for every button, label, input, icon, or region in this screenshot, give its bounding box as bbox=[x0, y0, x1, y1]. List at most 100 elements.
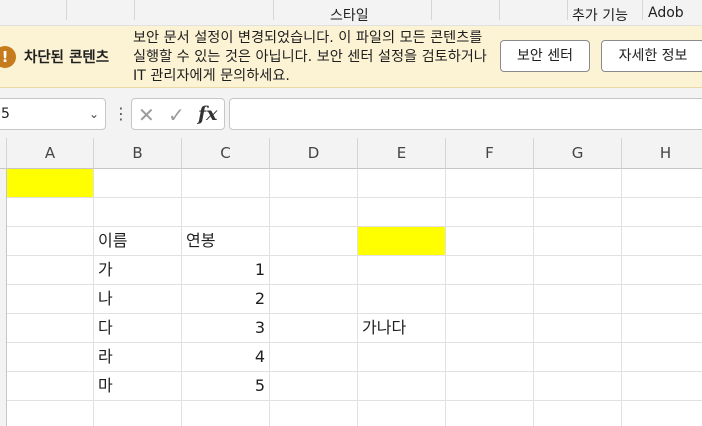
cell-g6[interactable] bbox=[534, 285, 622, 314]
cell-d3[interactable] bbox=[270, 198, 358, 227]
cell-f2[interactable] bbox=[446, 169, 534, 198]
formula-actions: ✕ ✓ fx bbox=[131, 98, 225, 130]
cell-f5[interactable] bbox=[446, 256, 534, 285]
cell-h7[interactable] bbox=[622, 314, 702, 343]
row-header-strip[interactable] bbox=[0, 169, 7, 426]
ribbon-group-adobe[interactable]: Adob bbox=[648, 5, 684, 21]
cell-a4[interactable] bbox=[7, 227, 94, 256]
cell-d4[interactable] bbox=[270, 227, 358, 256]
cell-e8[interactable] bbox=[358, 343, 446, 372]
more-info-button[interactable]: 자세한 정보 bbox=[601, 40, 702, 72]
cell-e9[interactable] bbox=[358, 372, 446, 401]
cell-e10[interactable] bbox=[358, 401, 446, 426]
cell-e7[interactable]: 가나다 bbox=[358, 314, 446, 343]
ribbon-divider bbox=[499, 0, 500, 20]
cell-a2[interactable] bbox=[7, 169, 94, 198]
cell-h6[interactable] bbox=[622, 285, 702, 314]
cell-b8[interactable]: 라 bbox=[94, 343, 182, 372]
warning-icon: ! bbox=[0, 46, 16, 68]
cell-b10[interactable] bbox=[94, 401, 182, 426]
cell-b7[interactable]: 다 bbox=[94, 314, 182, 343]
cell-a6[interactable] bbox=[7, 285, 94, 314]
cell-h2[interactable] bbox=[622, 169, 702, 198]
name-box[interactable]: 5 ⌄ bbox=[0, 98, 106, 130]
cell-d5[interactable] bbox=[270, 256, 358, 285]
cell-c6[interactable]: 2 bbox=[182, 285, 270, 314]
name-box-value: 5 bbox=[1, 106, 10, 122]
cell-h8[interactable] bbox=[622, 343, 702, 372]
cell-a8[interactable] bbox=[7, 343, 94, 372]
insert-function-icon[interactable]: fx bbox=[198, 103, 218, 125]
column-header-b[interactable]: B bbox=[94, 138, 182, 169]
column-header-f[interactable]: F bbox=[446, 138, 534, 169]
select-all-corner[interactable] bbox=[0, 138, 7, 169]
chevron-down-icon[interactable]: ⌄ bbox=[89, 99, 99, 129]
cell-d8[interactable] bbox=[270, 343, 358, 372]
ribbon-group-styles[interactable]: 스타일 bbox=[330, 5, 369, 25]
cancel-icon[interactable]: ✕ bbox=[138, 103, 155, 127]
cell-a10[interactable] bbox=[7, 401, 94, 426]
cell-c9[interactable]: 5 bbox=[182, 372, 270, 401]
cell-c2[interactable] bbox=[182, 169, 270, 198]
cell-a5[interactable] bbox=[7, 256, 94, 285]
cell-c5[interactable]: 1 bbox=[182, 256, 270, 285]
cell-b6[interactable]: 나 bbox=[94, 285, 182, 314]
column-header-g[interactable]: G bbox=[534, 138, 622, 169]
cell-e2[interactable] bbox=[358, 169, 446, 198]
more-options-icon[interactable]: ⋮ bbox=[113, 104, 129, 123]
cell-c8[interactable]: 4 bbox=[182, 343, 270, 372]
cell-h5[interactable] bbox=[622, 256, 702, 285]
column-header-d[interactable]: D bbox=[270, 138, 358, 169]
cell-b9[interactable]: 마 bbox=[94, 372, 182, 401]
cell-a7[interactable] bbox=[7, 314, 94, 343]
cell-e6[interactable] bbox=[358, 285, 446, 314]
confirm-icon[interactable]: ✓ bbox=[168, 103, 185, 127]
cell-h10[interactable] bbox=[622, 401, 702, 426]
cell-g2[interactable] bbox=[534, 169, 622, 198]
cell-h4[interactable] bbox=[622, 227, 702, 256]
cell-g10[interactable] bbox=[534, 401, 622, 426]
cell-f8[interactable] bbox=[446, 343, 534, 372]
cell-c10[interactable] bbox=[182, 401, 270, 426]
cell-e3[interactable] bbox=[358, 198, 446, 227]
cell-d9[interactable] bbox=[270, 372, 358, 401]
cell-f9[interactable] bbox=[446, 372, 534, 401]
cell-b3[interactable] bbox=[94, 198, 182, 227]
cell-g5[interactable] bbox=[534, 256, 622, 285]
cell-e5[interactable] bbox=[358, 256, 446, 285]
ribbon-divider bbox=[567, 0, 568, 20]
cell-c3[interactable] bbox=[182, 198, 270, 227]
cell-g8[interactable] bbox=[534, 343, 622, 372]
cell-f6[interactable] bbox=[446, 285, 534, 314]
column-header-h[interactable]: H bbox=[622, 138, 702, 169]
cell-b5[interactable]: 가 bbox=[94, 256, 182, 285]
cell-h3[interactable] bbox=[622, 198, 702, 227]
ribbon-divider bbox=[431, 0, 432, 20]
cell-f10[interactable] bbox=[446, 401, 534, 426]
cell-g7[interactable] bbox=[534, 314, 622, 343]
security-center-button[interactable]: 보안 센터 bbox=[500, 40, 590, 72]
cell-f3[interactable] bbox=[446, 198, 534, 227]
column-header-e[interactable]: E bbox=[358, 138, 446, 169]
formula-input[interactable] bbox=[229, 98, 702, 130]
cell-d10[interactable] bbox=[270, 401, 358, 426]
cell-d6[interactable] bbox=[270, 285, 358, 314]
cell-d7[interactable] bbox=[270, 314, 358, 343]
cell-g4[interactable] bbox=[534, 227, 622, 256]
cell-b4[interactable]: 이름 bbox=[94, 227, 182, 256]
cell-a3[interactable] bbox=[7, 198, 94, 227]
cell-g9[interactable] bbox=[534, 372, 622, 401]
column-header-c[interactable]: C bbox=[182, 138, 270, 169]
cell-f4[interactable] bbox=[446, 227, 534, 256]
cell-h9[interactable] bbox=[622, 372, 702, 401]
cell-e4[interactable] bbox=[358, 227, 446, 256]
cell-c7[interactable]: 3 bbox=[182, 314, 270, 343]
ribbon-group-addins[interactable]: 추가 기능 bbox=[572, 5, 628, 25]
cell-g3[interactable] bbox=[534, 198, 622, 227]
cell-b2[interactable] bbox=[94, 169, 182, 198]
cell-c4[interactable]: 연봉 bbox=[182, 227, 270, 256]
cell-d2[interactable] bbox=[270, 169, 358, 198]
cell-a9[interactable] bbox=[7, 372, 94, 401]
column-header-a[interactable]: A bbox=[7, 138, 94, 169]
cell-f7[interactable] bbox=[446, 314, 534, 343]
